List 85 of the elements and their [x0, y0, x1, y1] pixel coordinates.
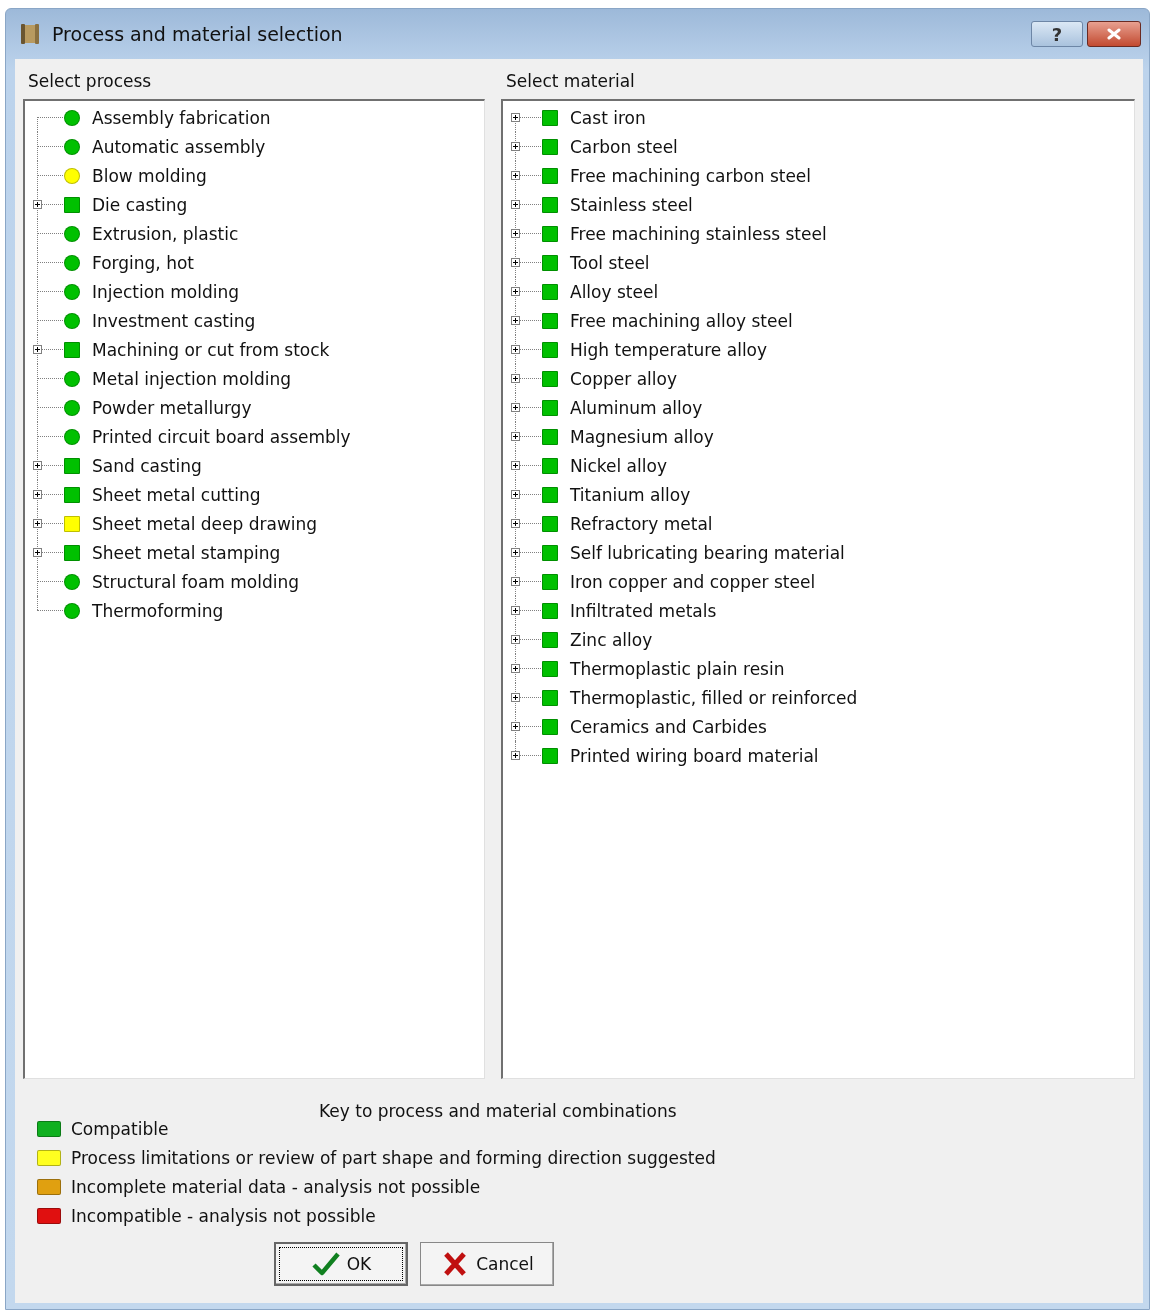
tree-item[interactable]: Magnesium alloy — [570, 426, 714, 447]
tree-item[interactable]: Metal injection molding — [92, 368, 292, 389]
tree-item[interactable]: Printed wiring board material — [570, 745, 819, 766]
tree-item[interactable]: Thermoplastic, filled or reinforced — [570, 687, 858, 708]
tree-item[interactable]: Zinc alloy — [570, 629, 653, 650]
tree-item[interactable]: Thermoforming — [92, 600, 224, 621]
expand-icon[interactable] — [511, 606, 520, 615]
tree-item[interactable]: Forging, hot — [92, 252, 194, 273]
expand-icon[interactable] — [511, 432, 520, 441]
tree-item[interactable]: Cast iron — [570, 107, 646, 128]
tree-item[interactable]: Sheet metal stamping — [92, 542, 281, 563]
tree-item[interactable]: Sand casting — [92, 455, 202, 476]
tree-item[interactable]: Titanium alloy — [570, 484, 691, 505]
expand-icon[interactable] — [511, 142, 520, 151]
close-icon — [1106, 28, 1122, 40]
expand-icon[interactable] — [511, 287, 520, 296]
tree-item[interactable]: Carbon steel — [570, 136, 678, 157]
expand-icon[interactable] — [33, 345, 42, 354]
tree-item[interactable]: Sheet metal deep drawing — [92, 513, 318, 534]
key-label: Process limitations or review of part shape and forming direction suggested — [71, 1148, 716, 1168]
tree-item[interactable]: Free machining carbon steel — [570, 165, 812, 186]
key-label: Incomplete material data - analysis not possible — [71, 1177, 481, 1197]
close-button[interactable] — [1087, 21, 1141, 47]
expand-icon[interactable] — [33, 548, 42, 557]
expand-icon[interactable] — [511, 722, 520, 731]
expand-icon[interactable] — [511, 519, 520, 528]
expand-icon[interactable] — [511, 577, 520, 586]
tree-item[interactable]: Refractory metal — [570, 513, 713, 534]
tree-item[interactable]: Injection molding — [92, 281, 240, 302]
expand-icon[interactable] — [511, 635, 520, 644]
tree-item[interactable]: Alloy steel — [570, 281, 659, 302]
key-title: Key to process and material combinations — [319, 1101, 677, 1121]
tree-item[interactable]: Stainless steel — [570, 194, 693, 215]
expand-icon[interactable] — [511, 113, 520, 122]
expand-icon[interactable] — [511, 374, 520, 383]
expand-icon[interactable] — [511, 316, 520, 325]
expand-icon[interactable] — [511, 664, 520, 673]
tree-item[interactable]: Blow molding — [92, 165, 207, 186]
tree-item[interactable]: Sheet metal cutting — [92, 484, 261, 505]
checkmark-icon — [310, 1251, 341, 1277]
pane-label: Select material — [505, 71, 636, 93]
tree-item[interactable]: Automatic assembly — [92, 136, 266, 157]
expand-icon[interactable] — [511, 693, 520, 702]
tree-item[interactable]: Copper alloy — [570, 368, 678, 389]
tree-item[interactable]: Assembly fabrication — [92, 107, 271, 128]
expand-icon[interactable] — [33, 461, 42, 470]
window-title: Process and material selection — [52, 23, 344, 45]
scroll-icon — [18, 22, 42, 46]
expand-icon[interactable] — [511, 345, 520, 354]
expand-icon[interactable] — [511, 403, 520, 412]
tree-item[interactable]: Tool steel — [570, 252, 650, 273]
expand-icon[interactable] — [33, 490, 42, 499]
tree-item[interactable]: Aluminum alloy — [570, 397, 703, 418]
key-label: Incompatible - analysis not possible — [71, 1206, 376, 1226]
expand-icon[interactable] — [511, 171, 520, 180]
expand-icon[interactable] — [511, 751, 520, 760]
tree-item[interactable]: Machining or cut from stock — [92, 339, 330, 360]
ok-button[interactable]: OK — [274, 1242, 408, 1286]
tree-item[interactable]: Powder metallurgy — [92, 397, 252, 418]
expand-icon[interactable] — [33, 519, 42, 528]
tree-item[interactable]: Ceramics and Carbides — [570, 716, 767, 737]
tree-item[interactable]: Nickel alloy — [570, 455, 667, 476]
key-label: Compatible — [71, 1119, 169, 1139]
tree-item[interactable]: Thermoplastic plain resin — [570, 658, 785, 679]
tree-item[interactable]: High temperature alloy — [570, 339, 768, 360]
tree-item[interactable]: Structural foam molding — [92, 571, 300, 592]
expand-icon[interactable] — [511, 548, 520, 557]
tree-item[interactable]: Iron copper and copper steel — [570, 571, 816, 592]
tree-item[interactable]: Die casting — [92, 194, 188, 215]
tree-item[interactable]: Free machining alloy steel — [570, 310, 793, 331]
tree-item[interactable]: Extrusion, plastic — [92, 223, 239, 244]
cancel-button[interactable]: Cancel — [420, 1242, 554, 1286]
expand-icon[interactable] — [33, 200, 42, 209]
tree-item[interactable]: Printed circuit board assembly — [92, 426, 351, 447]
expand-icon[interactable] — [511, 258, 520, 267]
tree-item[interactable]: Self lubricating bearing material — [570, 542, 845, 563]
expand-icon[interactable] — [511, 490, 520, 499]
expand-icon[interactable] — [511, 461, 520, 470]
tree-item[interactable]: Free machining stainless steel — [570, 223, 827, 244]
expand-icon[interactable] — [511, 229, 520, 238]
tree-item[interactable]: Infiltrated metals — [570, 600, 717, 621]
tree-item[interactable]: Investment casting — [92, 310, 256, 331]
pane-label: Select process — [27, 71, 153, 93]
help-button[interactable]: ? — [1031, 21, 1083, 47]
expand-icon[interactable] — [511, 200, 520, 209]
